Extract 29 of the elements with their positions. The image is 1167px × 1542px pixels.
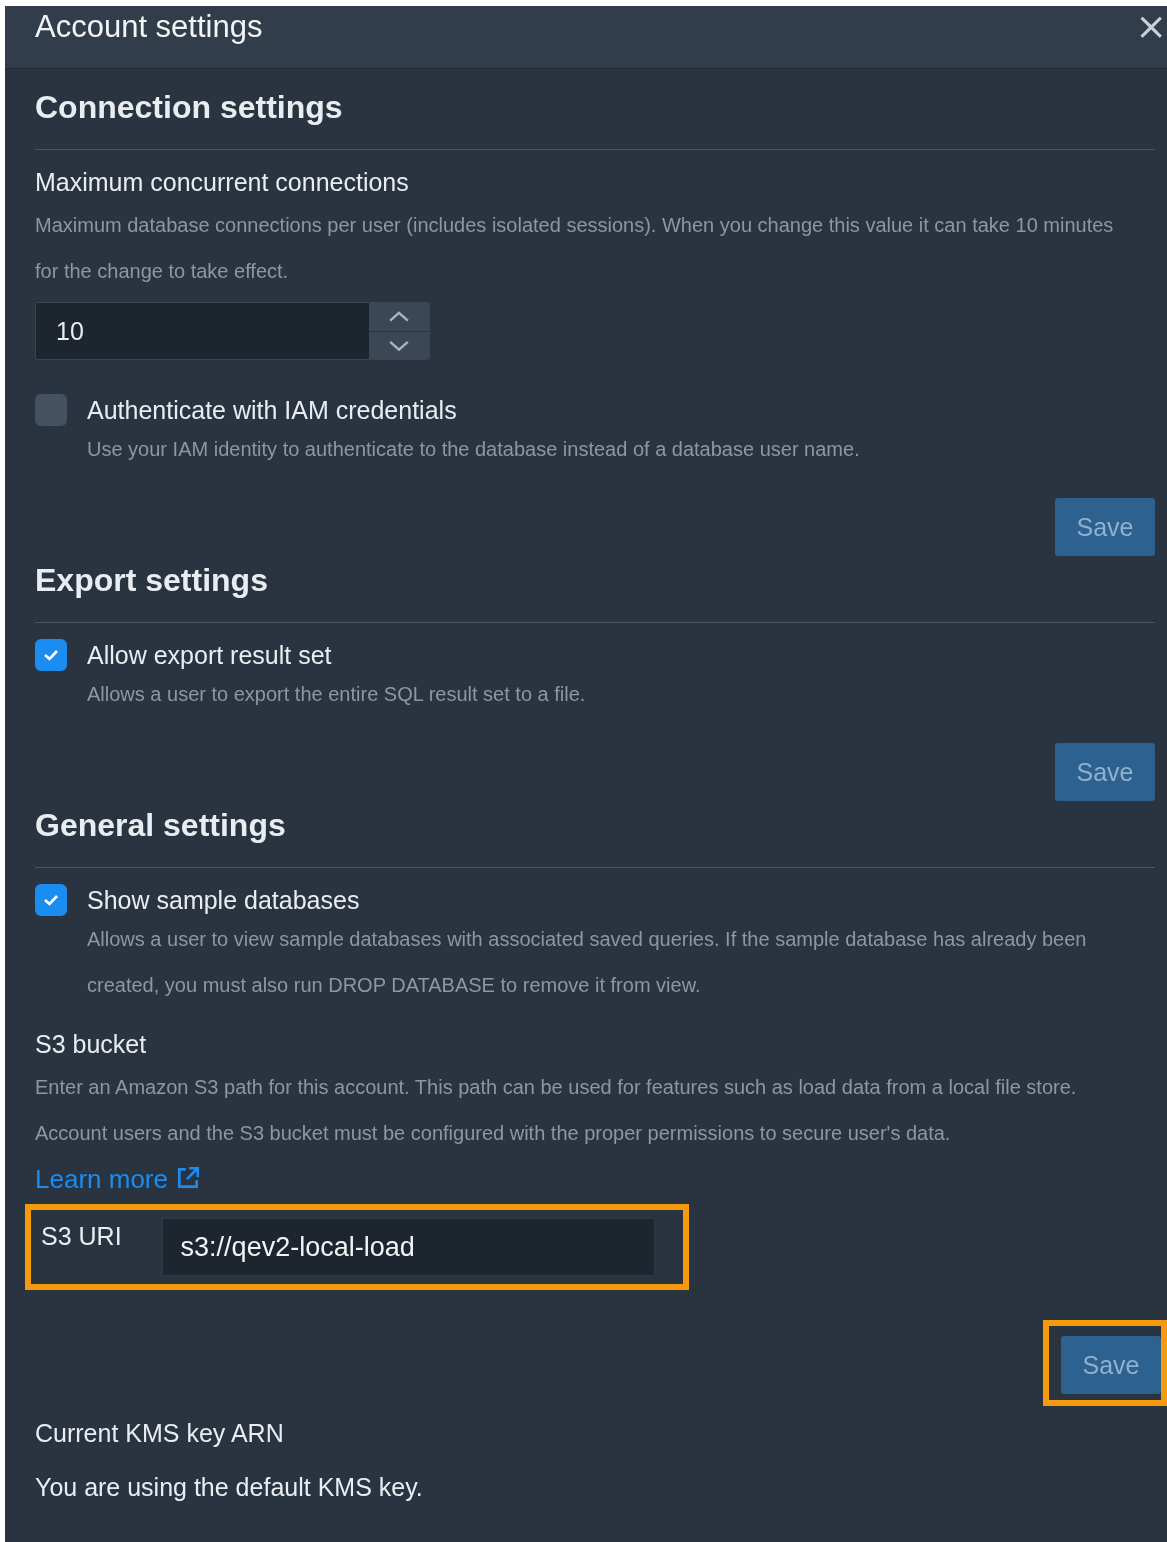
number-input[interactable]: 10 [35, 302, 430, 360]
checkbox-description: Allows a user to export the entire SQL result set to a file. [87, 682, 587, 707]
field-label: S3 URI [41, 1222, 122, 1251]
learn-more-link[interactable]: Learn more [35, 1164, 202, 1194]
checkbox[interactable] [35, 884, 67, 916]
info-text: Current KMS key ARN [35, 1418, 285, 1449]
save-button[interactable]: Save [1061, 1336, 1161, 1394]
close-button[interactable]: × [1135, 7, 1167, 45]
uri-input[interactable]: s3://qev2-local-load [161, 1218, 655, 1276]
section-heading: General settings [35, 806, 287, 845]
field-label: Maximum concurrent connections [35, 167, 410, 198]
save-button[interactable]: Save [1055, 743, 1155, 801]
info-text: You are using the default KMS key. [35, 1472, 424, 1503]
checkbox-label: Show sample databases [87, 885, 360, 915]
panel-title: Account settings [35, 9, 263, 45]
checkbox-label: Authenticate with IAM credentials [87, 395, 457, 425]
checkbox-label: Allow export result set [87, 640, 332, 670]
section-heading: Export settings [35, 561, 269, 600]
external-link-icon [175, 1165, 202, 1191]
section-heading: Connection settings [35, 88, 344, 127]
field-description: Maximum database connections per user (includes isolated sessions). When you change this value it can take 10 minutes for the change to take effect. [35, 213, 1115, 284]
checkbox-description: Allows a user to view sample databases with associated saved queries. If the sample database has already been created, you must also run DROP DATABASE to remove it from view. [87, 927, 1088, 998]
input-value: 10 [55, 316, 85, 347]
field-description: Enter an Amazon S3 path for this account. This path can be used for features such as load data from a local file store. Account users and the S3 bucket must be configured with the proper permissions to secure user's data. Learn more [35, 1075, 1078, 1196]
field-label: S3 bucket [35, 1029, 148, 1060]
checkbox-description: Use your IAM identity to authenticate to the database instead of a database user name. [87, 437, 861, 462]
checkbox[interactable] [35, 394, 67, 426]
checkbox[interactable] [35, 639, 67, 671]
save-button[interactable]: Save [1055, 498, 1155, 556]
